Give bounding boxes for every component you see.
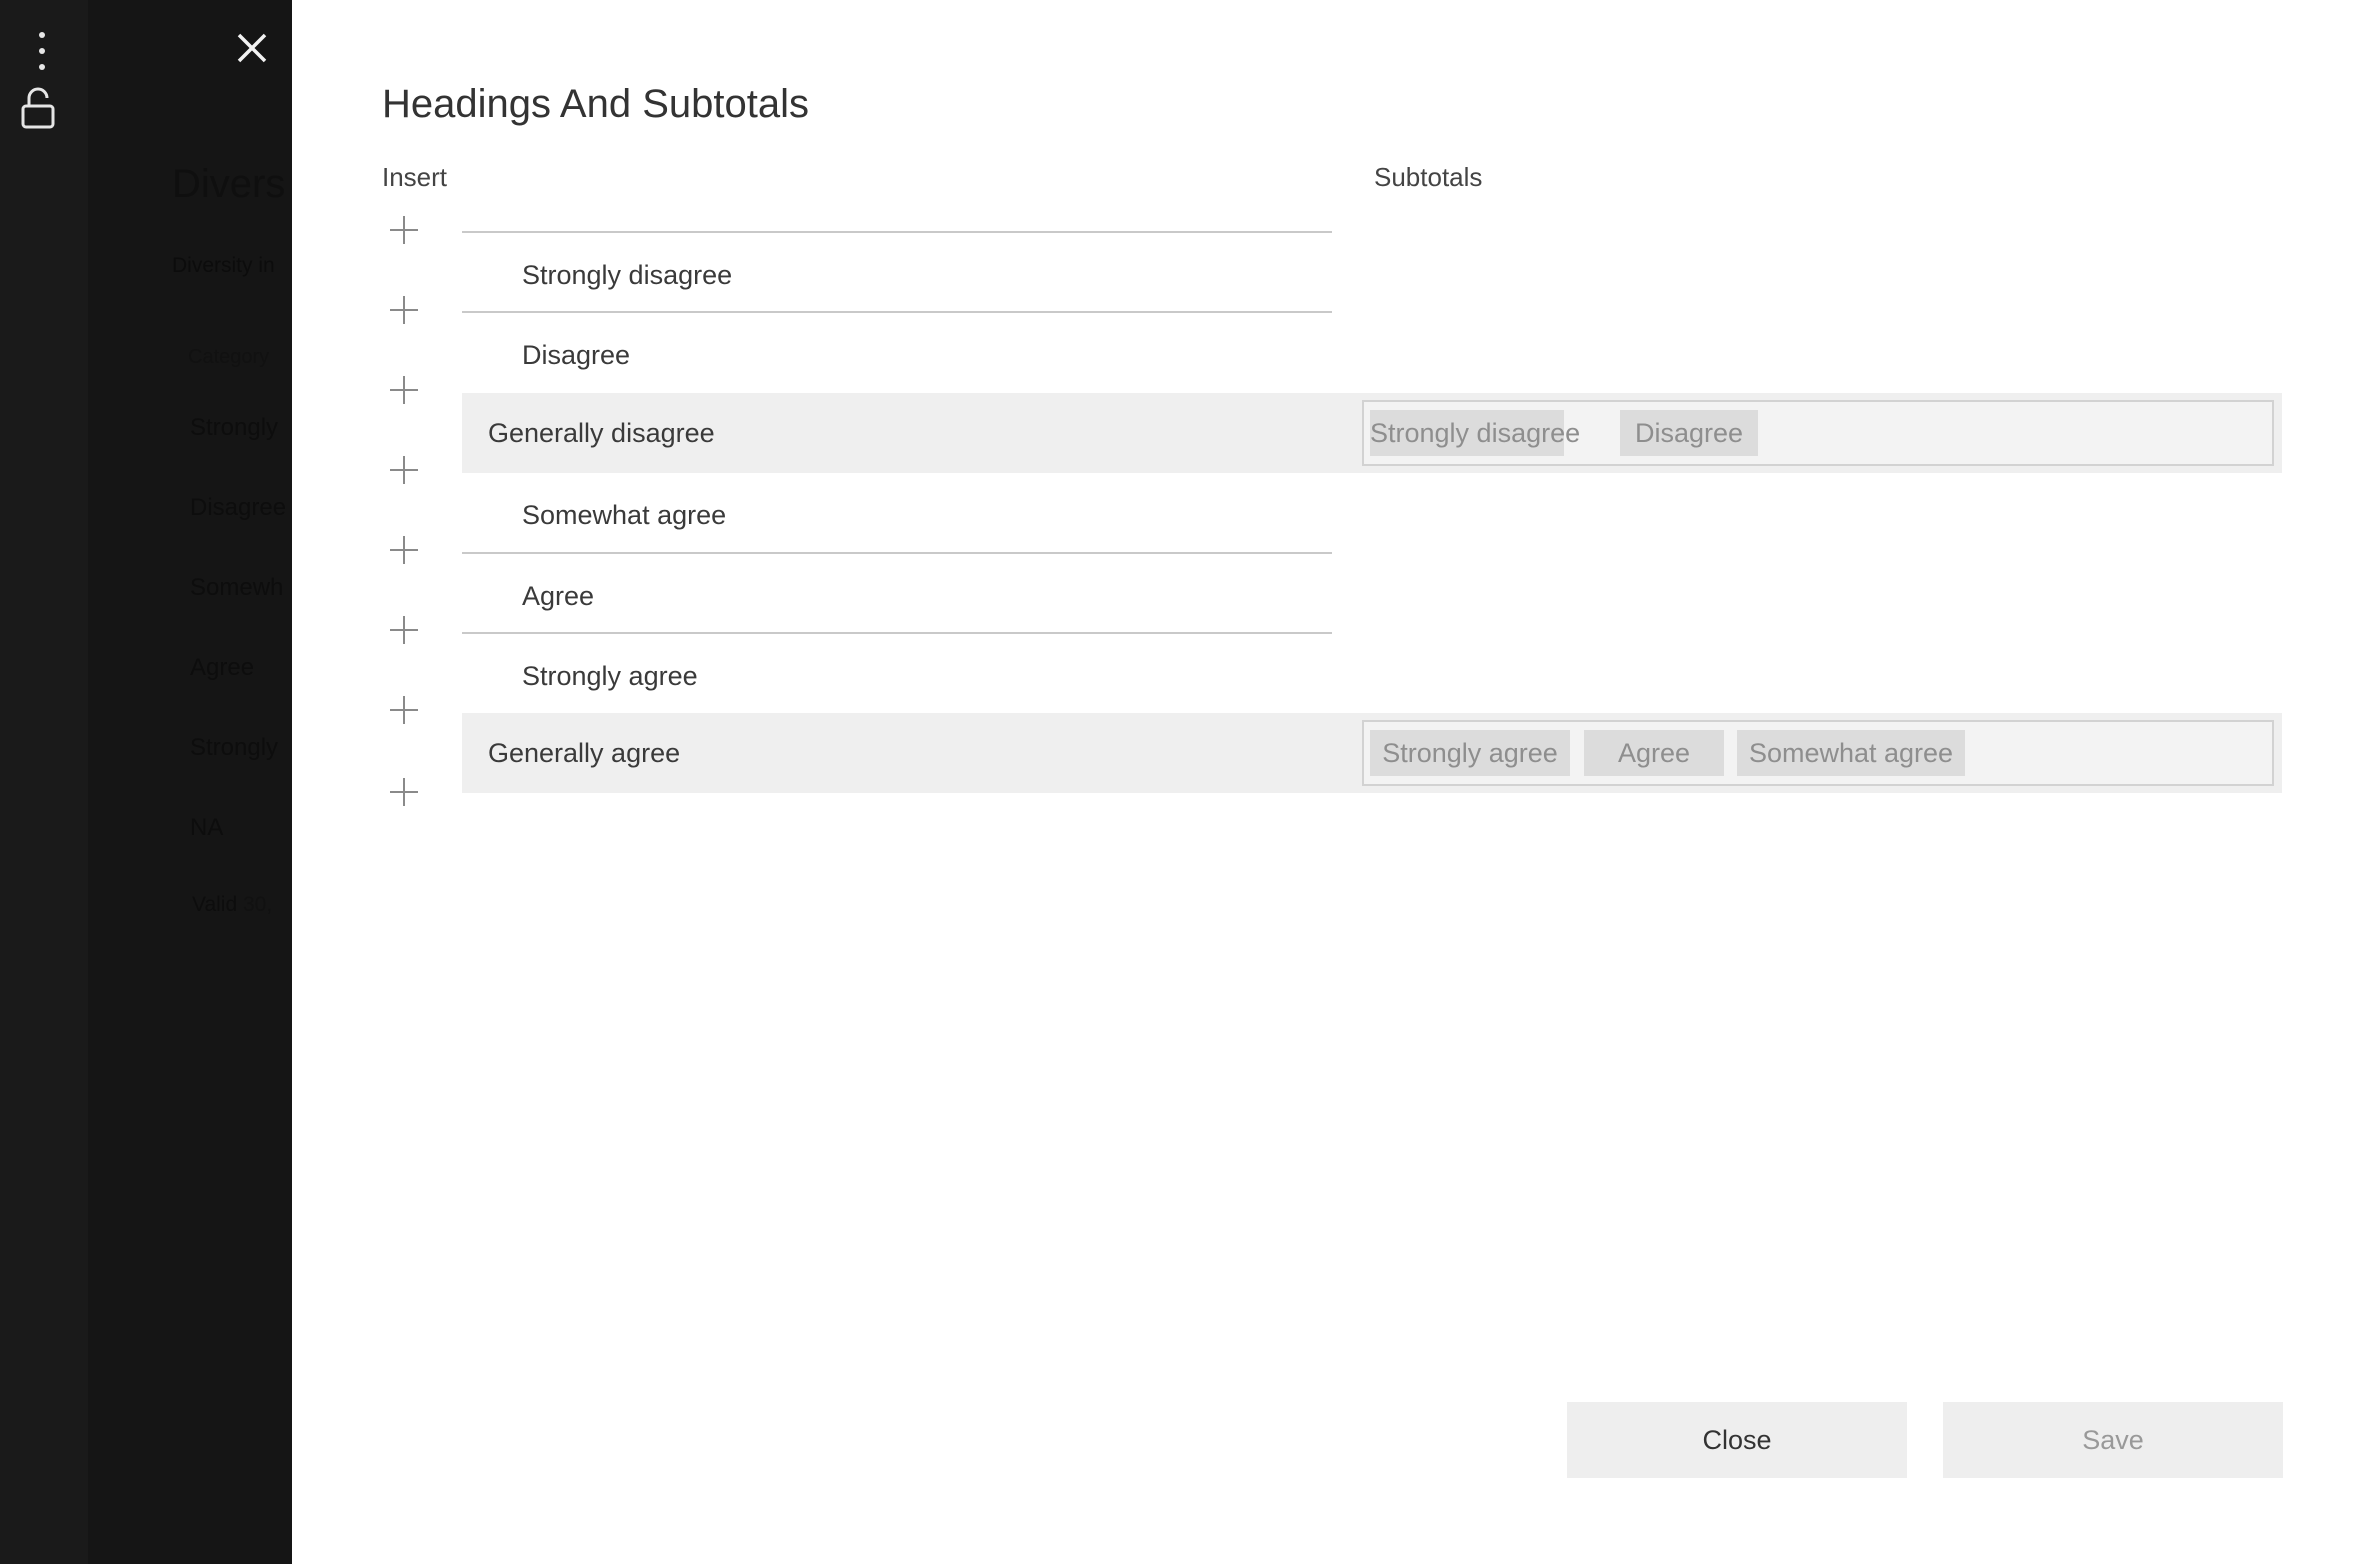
row-divider	[462, 632, 1332, 634]
background-report: Divers Diversity in Category Strongly Di…	[0, 0, 292, 1564]
insert-plus-icon[interactable]	[390, 778, 418, 806]
subtotal-member-chip[interactable]: Somewhat agree	[1737, 730, 1965, 776]
row-divider	[462, 311, 1332, 313]
row-divider	[462, 552, 1332, 554]
insert-plus-icon[interactable]	[390, 216, 418, 244]
background-column-header: Category	[188, 346, 270, 368]
background-valid-count: Valid 30,	[192, 893, 272, 917]
category-row[interactable]: Agree	[522, 581, 594, 612]
category-row[interactable]: Somewhat agree	[522, 500, 726, 531]
subtotal-row: Generally agree Strongly agree Agree Som…	[462, 713, 2282, 793]
subtotal-member-chip[interactable]: Disagree	[1620, 410, 1758, 456]
insert-plus-icon[interactable]	[390, 376, 418, 404]
category-row[interactable]: Disagree	[522, 340, 630, 371]
subtotal-member-chip[interactable]: Strongly disagree	[1370, 410, 1580, 456]
row-divider	[462, 231, 1332, 233]
subtotal-members-field[interactable]: Strongly disagree Disagree	[1362, 400, 2274, 466]
subtotal-member-chip[interactable]: Agree	[1584, 730, 1724, 776]
subtotal-row: Generally disagree Strongly disagree Dis…	[462, 393, 2282, 473]
subtotal-name[interactable]: Generally agree	[488, 713, 680, 793]
background-row: Disagree	[190, 494, 287, 521]
category-row[interactable]: Strongly disagree	[522, 260, 732, 291]
background-sheet	[88, 0, 292, 1564]
background-row: Somewh	[190, 574, 284, 601]
background-row: Agree	[190, 654, 255, 681]
category-row[interactable]: Strongly agree	[522, 661, 698, 692]
close-icon[interactable]	[232, 28, 272, 68]
dialog-title: Headings And Subtotals	[382, 82, 809, 126]
background-subtitle: Diversity in	[172, 254, 275, 277]
vertical-dots-icon[interactable]	[30, 28, 54, 74]
insert-plus-icon[interactable]	[390, 296, 418, 324]
close-button[interactable]: Close	[1567, 1402, 1907, 1478]
background-row: NA	[190, 814, 224, 841]
subtotals-column-header: Subtotals	[1374, 162, 1483, 192]
insert-column-header: Insert	[382, 162, 448, 192]
background-valid-value: 30,	[242, 893, 273, 916]
save-button[interactable]: Save	[1943, 1402, 2283, 1478]
background-row: Strongly	[190, 734, 279, 761]
subtotal-member-chip[interactable]: Strongly agree	[1370, 730, 1570, 776]
insert-plus-icon[interactable]	[390, 536, 418, 564]
background-row: Strongly	[190, 414, 279, 441]
background-valid-label: Valid	[192, 893, 238, 916]
insert-plus-icon[interactable]	[390, 456, 418, 484]
unlock-icon[interactable]	[20, 86, 56, 130]
subtotal-members-field[interactable]: Strongly agree Agree Somewhat agree	[1362, 720, 2274, 786]
background-title: Divers	[172, 162, 286, 206]
subtotal-name[interactable]: Generally disagree	[488, 393, 715, 473]
headings-subtotals-dialog: Headings And Subtotals Insert Subtotals …	[292, 0, 2366, 1564]
insert-plus-icon[interactable]	[390, 696, 418, 724]
insert-plus-icon[interactable]	[390, 616, 418, 644]
